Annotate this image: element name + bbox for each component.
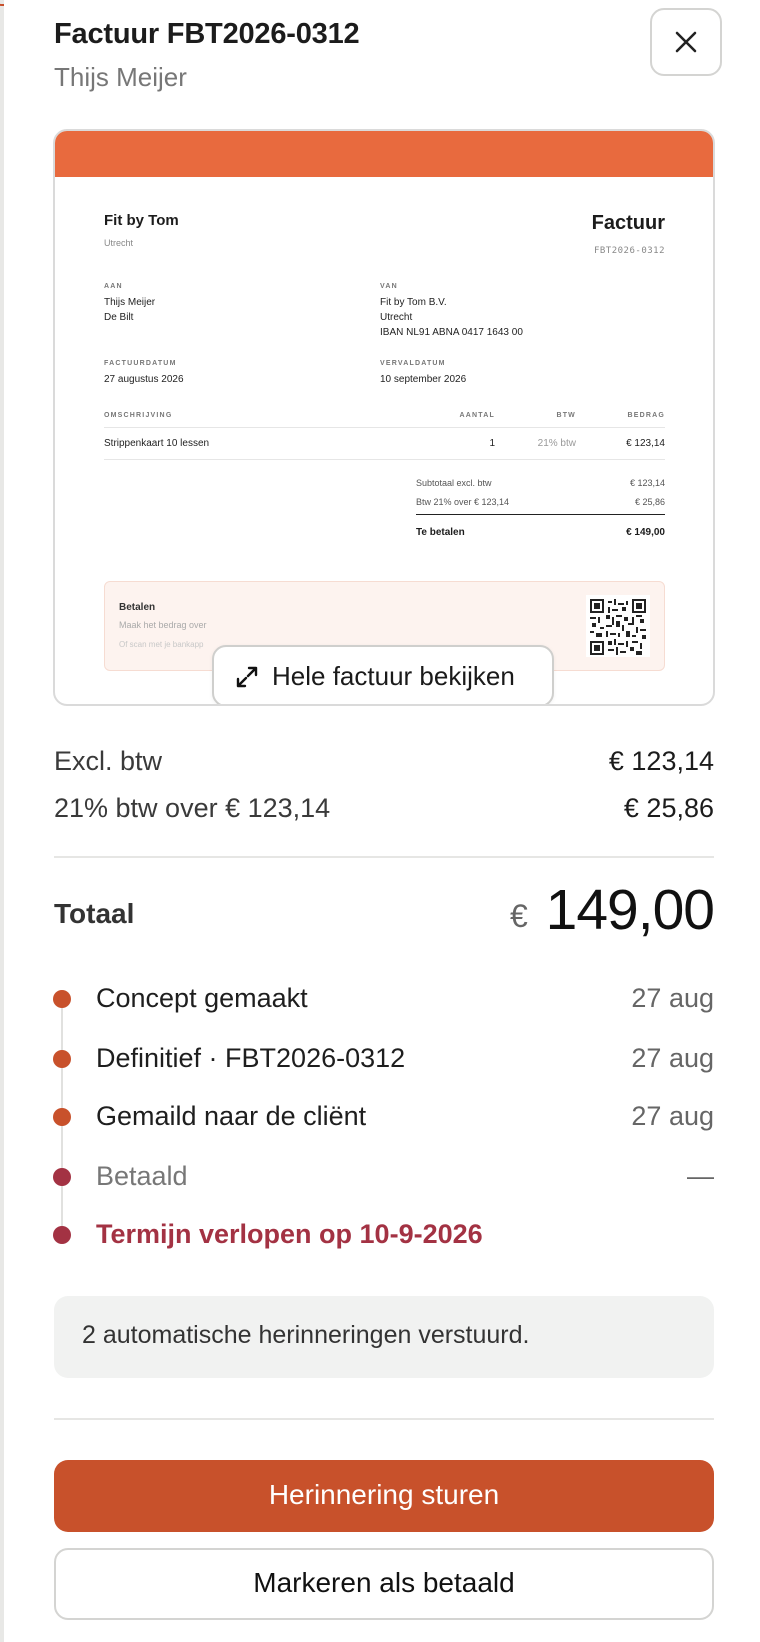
preview-doc-number: FBT2026-0312	[593, 246, 665, 256]
preview-total-rule	[416, 514, 665, 515]
invoice-preview[interactable]: Fit by Tom Utrecht Factuur FBT2026-0312 …	[53, 129, 715, 706]
timeline-label: Gemaild naar de cliënt	[96, 1101, 367, 1131]
preview-col-description: OMSCHRIJVING	[104, 412, 173, 419]
preview-line-rule	[104, 459, 665, 460]
preview-header-band	[55, 131, 713, 177]
timeline-date: 27 aug	[631, 1043, 714, 1073]
preview-line-qty: 1	[489, 438, 495, 449]
preview-company: Fit by Tom	[104, 212, 179, 229]
preview-due-label: Te betalen	[416, 527, 465, 538]
send-reminder-button[interactable]: Herinnering sturen	[54, 1460, 714, 1532]
actions-divider	[54, 1418, 714, 1420]
invoice-detail-sheet: Factuur FBT2026-0312 Thijs Meijer Fit by…	[4, 0, 760, 1642]
timeline-dot	[53, 1168, 71, 1186]
preview-to-line: Thijs Meijer	[104, 297, 156, 308]
preview-line-vat: 21% btw	[537, 438, 576, 449]
excl-vat-row: Excl. btw € 123,14	[54, 746, 714, 780]
timeline-dot	[53, 990, 71, 1008]
preview-col-amount: BEDRAG	[627, 412, 665, 419]
timeline-dot	[53, 1108, 71, 1126]
vat-value: € 25,86	[623, 793, 714, 823]
client-name: Thijs Meijer	[54, 62, 187, 92]
send-reminder-label: Herinnering sturen	[268, 1479, 500, 1510]
preview-line-amount: € 123,14	[626, 438, 665, 449]
timeline-date: 27 aug	[631, 983, 714, 1013]
preview-pay-line1: Maak het bedrag over	[119, 620, 207, 630]
preview-to-label: AAN	[104, 283, 123, 290]
preview-from-line: IBAN NL91 ABNA 0417 1643 00	[380, 327, 523, 338]
timeline-date: —	[687, 1161, 714, 1191]
timeline-label: Definitief · FBT2026-0312	[96, 1043, 406, 1073]
mark-paid-label: Markeren als betaald	[253, 1567, 515, 1598]
preview-subtotal-label: Subtotaal excl. btw	[416, 478, 492, 488]
reminders-info-text: 2 automatische herinneringen verstuurd.	[82, 1321, 530, 1349]
total-amount: 149,00	[545, 878, 715, 942]
preview-line-description: Strippenkaart 10 lessen	[104, 438, 210, 449]
excl-vat-label: Excl. btw	[54, 746, 163, 776]
preview-to-line: De Bilt	[104, 312, 134, 323]
preview-col-qty: AANTAL	[459, 412, 495, 419]
close-icon	[675, 31, 697, 53]
preview-to-block: Thijs Meijer De Bilt	[104, 295, 155, 325]
view-full-invoice-button[interactable]: Hele factuur bekijken	[212, 645, 554, 704]
timeline-label: Concept gemaakt	[96, 983, 308, 1013]
reminders-info-box: 2 automatische herinneringen verstuurd.	[54, 1296, 714, 1378]
preview-from-block: Fit by Tom B.V. Utrecht IBAN NL91 ABNA 0…	[380, 295, 523, 340]
preview-from-line: Utrecht	[380, 312, 413, 323]
expand-icon	[236, 666, 258, 688]
mark-paid-button[interactable]: Markeren als betaald	[54, 1548, 714, 1620]
timeline-dot	[53, 1226, 71, 1244]
preview-col-vat: BTW	[556, 412, 576, 419]
preview-doc-word: Factuur	[591, 212, 665, 234]
excl-vat-value: € 123,14	[608, 746, 714, 776]
preview-vat-value: € 25,86	[634, 497, 665, 507]
preview-from-line: Fit by Tom B.V.	[380, 297, 447, 308]
preview-due-date-label: VERVALDATUM	[380, 360, 446, 367]
preview-pay-line2: Of scan met je bankapp	[119, 640, 204, 649]
qr-code	[586, 595, 650, 657]
timeline-date: 27 aug	[631, 1101, 714, 1131]
close-button[interactable]	[650, 8, 722, 76]
preview-from-label: VAN	[380, 283, 398, 290]
vat-row: 21% btw over € 123,14 € 25,86	[54, 793, 714, 827]
preview-company-city: Utrecht	[104, 238, 134, 248]
total-label: Totaal	[54, 898, 135, 929]
preview-due-date: 10 september 2026	[380, 374, 467, 385]
preview-pay-title: Betalen	[119, 602, 156, 613]
invoice-title: Factuur FBT2026-0312	[54, 18, 360, 50]
view-full-invoice-label: Hele factuur bekijken	[272, 661, 515, 691]
summary-divider	[54, 856, 714, 858]
preview-subtotal-value: € 123,14	[629, 478, 665, 488]
preview-invoice-date: 27 augustus 2026	[104, 374, 184, 385]
timeline-label: Termijn verlopen op 10-9-2026	[96, 1219, 483, 1249]
vat-label: 21% btw over € 123,14	[54, 793, 331, 823]
preview-header-rule	[104, 427, 665, 428]
timeline-dot	[53, 1050, 71, 1068]
total-currency: €	[510, 898, 528, 934]
preview-invoice-date-label: FACTUURDATUM	[104, 360, 177, 367]
preview-due-value: € 149,00	[626, 527, 665, 538]
preview-vat-label: Btw 21% over € 123,14	[416, 497, 510, 507]
timeline-label: Betaald	[96, 1161, 188, 1191]
